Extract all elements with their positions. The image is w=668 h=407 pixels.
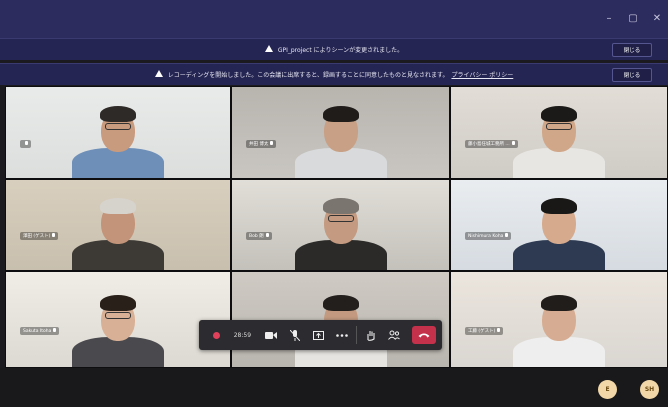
participant-glasses	[546, 123, 572, 130]
call-timer: 28:59	[233, 331, 252, 339]
participant-body	[72, 240, 164, 270]
participants-icon	[388, 330, 401, 340]
bottom-bar	[0, 368, 668, 407]
participant-body	[513, 337, 605, 367]
mic-icon	[497, 328, 501, 333]
participant-tile[interactable]: 澤田 (ゲスト)	[5, 179, 231, 271]
participant-hair	[541, 106, 577, 122]
mic-button[interactable]	[283, 320, 307, 350]
participant-hair	[322, 295, 359, 311]
participant-name-tag: Nishimura Koha	[465, 232, 512, 241]
participant-name-tag	[20, 139, 31, 148]
participant-name: Bob 朗	[249, 234, 264, 240]
raise-hand-button[interactable]	[359, 320, 383, 350]
recording-banner: レコーディングを開始しました。この会議に出席すると、録画することに同意したものと…	[0, 63, 668, 85]
banner-text: GPI_project によりシーンが変更されました。	[277, 47, 404, 54]
mic-icon	[25, 140, 28, 145]
mic-icon	[265, 233, 269, 238]
participant-body	[72, 148, 164, 178]
mic-icon	[53, 328, 57, 333]
participant-name: 井田 博太	[249, 141, 269, 147]
mic-icon	[52, 233, 56, 238]
avatar[interactable]: E	[598, 380, 617, 399]
participant-name: Nishimura Koha	[468, 234, 504, 240]
warning-icon	[154, 70, 163, 77]
participant-hair	[541, 295, 577, 311]
mic-icon	[270, 140, 274, 145]
participant-tile[interactable]: 藤小島任城工務所 ...	[450, 86, 668, 179]
participant-name-tag: 工藤 (ゲスト)	[465, 327, 504, 336]
participant-name: 藤小島任城工務所 ...	[468, 141, 510, 147]
participant-tile[interactable]	[5, 86, 231, 179]
participant-glasses	[105, 123, 131, 130]
banner-close-button[interactable]: 閉じる	[612, 68, 652, 82]
title-bar: – ▢ ✕	[0, 0, 668, 38]
participant-glasses	[327, 215, 354, 222]
participant-name-tag: 井田 博太	[246, 139, 277, 148]
share-button[interactable]	[306, 320, 330, 350]
camera-icon	[264, 331, 277, 339]
share-icon	[312, 330, 324, 340]
call-toolbar: 28:59	[199, 320, 442, 350]
recording-indicator	[205, 320, 229, 350]
mic-icon	[511, 140, 515, 145]
camera-button[interactable]	[259, 320, 283, 350]
hangup-button[interactable]	[412, 326, 437, 344]
participant-name: 澤田 (ゲスト)	[23, 234, 51, 240]
more-icon	[336, 333, 348, 337]
participant-tile[interactable]: 工藤 (ゲスト)	[450, 271, 668, 368]
avatar[interactable]: SH	[640, 380, 659, 399]
participant-tile[interactable]: 井田 博太	[231, 86, 450, 179]
participant-body	[294, 240, 387, 270]
participant-name: Sakuta Itoha	[23, 329, 52, 335]
participant-hair	[100, 106, 136, 122]
minimize-icon[interactable]: –	[604, 13, 614, 24]
hangup-icon	[418, 333, 430, 338]
participant-hair	[322, 106, 359, 122]
more-button[interactable]	[330, 320, 354, 350]
participant-body	[513, 240, 605, 270]
participant-tile[interactable]: Sakuta Itoha	[5, 271, 231, 368]
participant-name-tag: 澤田 (ゲスト)	[20, 232, 59, 241]
participant-glasses	[105, 312, 131, 319]
banner-close-button[interactable]: 閉じる	[612, 43, 652, 57]
participant-hair	[100, 295, 136, 311]
warning-icon	[264, 45, 273, 52]
mic-off-icon	[289, 329, 300, 341]
participants-button[interactable]	[383, 320, 407, 350]
raise-hand-icon	[367, 330, 375, 341]
participant-name: 工藤 (ゲスト)	[468, 329, 496, 335]
participant-hair	[100, 198, 136, 214]
participant-name-tag: Bob 朗	[246, 232, 272, 241]
participant-body	[294, 148, 387, 178]
window-controls: – ▢ ✕	[604, 13, 662, 24]
privacy-policy-link[interactable]: プライバシー ポリシー	[451, 70, 513, 79]
participant-tile[interactable]: Bob 朗	[231, 179, 450, 271]
mic-icon	[505, 233, 509, 238]
maximize-icon[interactable]: ▢	[628, 13, 638, 24]
toolbar-divider	[355, 326, 357, 344]
close-icon[interactable]: ✕	[652, 13, 662, 24]
record-dot-icon	[213, 331, 221, 339]
participant-hair	[541, 198, 577, 214]
scene-change-banner: GPI_project によりシーンが変更されました。 閉じる	[0, 38, 668, 60]
banner-text: レコーディングを開始しました。この会議に出席すると、録画することに同意したものと…	[167, 72, 449, 79]
participant-body	[72, 337, 164, 367]
participant-hair	[322, 198, 359, 214]
participant-name-tag: Sakuta Itoha	[20, 327, 60, 336]
participant-name-tag: 藤小島任城工務所 ...	[465, 139, 518, 148]
participant-tile[interactable]: Nishimura Koha	[450, 179, 668, 271]
participant-body	[513, 148, 605, 178]
